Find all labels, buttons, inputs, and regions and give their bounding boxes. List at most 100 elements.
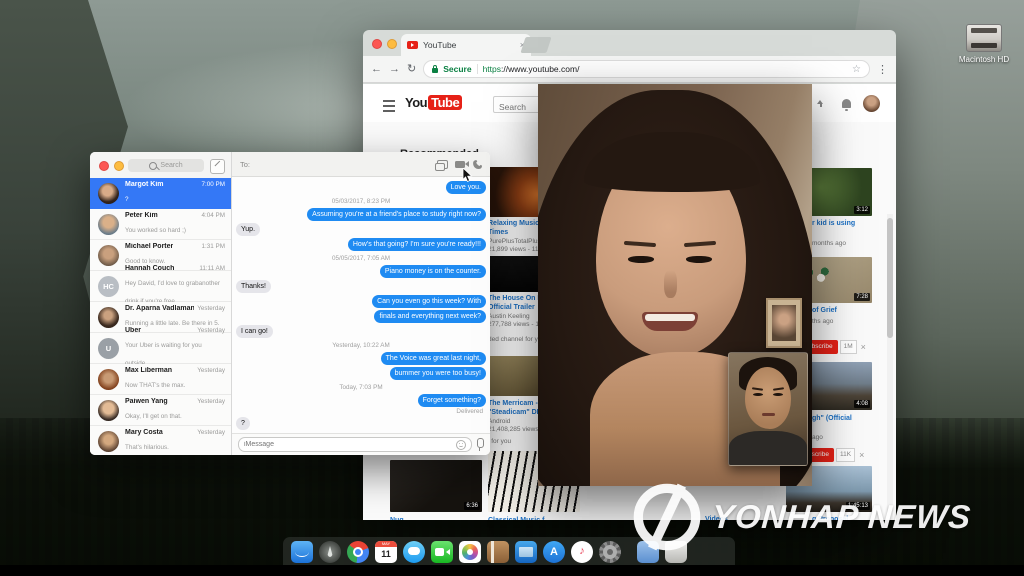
imessage-bubble-outgoing: How's that going? I'm sure you're ready!… xyxy=(347,238,486,251)
youtube-account-avatar[interactable] xyxy=(863,95,880,112)
subscribe-promo[interactable]: bscribe 11K × xyxy=(803,448,864,462)
dock-icon-finder[interactable] xyxy=(291,540,313,563)
video-title[interactable]: The Merricam - N xyxy=(488,399,545,408)
minimize-window-button[interactable] xyxy=(387,39,397,49)
close-icon[interactable]: × xyxy=(859,450,864,460)
youtube-logo[interactable]: You Tube xyxy=(405,95,463,110)
hamburger-menu-icon[interactable] xyxy=(383,100,395,112)
chat-messages: Love you. 05/03/2017, 8:23 PM Assuming y… xyxy=(236,179,486,433)
dock-icon-chrome[interactable] xyxy=(347,540,369,563)
forward-icon[interactable]: → xyxy=(389,63,400,75)
avatar-initials: U xyxy=(98,337,119,359)
conversation-sidebar: Search Margot Kim 7:00 PM? Peter Kim 4:04 … xyxy=(90,152,232,455)
close-window-button[interactable] xyxy=(99,161,109,171)
search-placeholder: Search xyxy=(160,162,183,169)
conversation-margot-kim[interactable]: Margot Kim 7:00 PM? xyxy=(90,178,231,209)
secure-lock-icon xyxy=(432,64,439,73)
close-icon[interactable]: × xyxy=(861,342,866,352)
microphone-icon[interactable] xyxy=(477,438,484,451)
dock-icon-app-store[interactable]: A xyxy=(543,540,565,563)
dock-icon-contacts[interactable] xyxy=(487,540,509,563)
imessage-input[interactable] xyxy=(238,437,472,452)
video-title[interactable]: gh" (Official xyxy=(812,414,852,423)
message-input-bar xyxy=(232,433,490,455)
timestamp: Yesterday, 10:22 AM xyxy=(332,342,390,349)
video-title-line2[interactable]: Official Trailer xyxy=(488,303,535,312)
dock-icon-itunes[interactable]: ♪ xyxy=(571,540,593,563)
avatar xyxy=(98,399,119,421)
video-channel[interactable]: Android xyxy=(488,418,510,425)
imessage-bubble-incoming: Yup. xyxy=(236,223,261,236)
facetime-pip-self-view[interactable] xyxy=(728,352,808,466)
pip-face xyxy=(745,367,791,429)
subscribe-promo[interactable]: ubscribe 1M × xyxy=(803,340,866,354)
dock-icon-photos[interactable] xyxy=(459,540,481,563)
conversation-max-liberman[interactable]: Max Liberman Yesterday Now THAT's the max. xyxy=(90,364,231,395)
imessage-bubble-outgoing: Can you even go this week? With xyxy=(372,295,486,308)
dock-icon-mail[interactable] xyxy=(515,540,537,563)
dock-icon-facetime[interactable] xyxy=(431,540,453,563)
letterbox-bar xyxy=(0,565,1024,576)
timestamp: Today, 7:03 PM xyxy=(339,384,383,391)
search-icon xyxy=(149,161,158,170)
video-title[interactable]: r kid is using xyxy=(812,219,855,228)
minimize-window-button[interactable] xyxy=(114,161,124,171)
video-title[interactable]: of Grief xyxy=(812,306,837,315)
emoji-icon[interactable] xyxy=(456,439,466,450)
tab-youtube[interactable]: YouTube × xyxy=(401,34,531,56)
imessage-bubble-outgoing: bummer you were too busy! xyxy=(389,367,486,380)
close-window-button[interactable] xyxy=(372,39,382,49)
imessage-bubble-incoming: I can go! xyxy=(236,325,273,338)
conversation-paiwen-yang[interactable]: Paiwen Yang Yesterday Okay, I'll get on th… xyxy=(90,395,231,426)
avatar xyxy=(98,182,119,204)
dock-icon-calendar[interactable]: MAY 11 xyxy=(375,540,397,563)
dock-icon-messages[interactable] xyxy=(403,540,425,563)
messages-window: Search Margot Kim 7:00 PM? Peter Kim 4:04 … xyxy=(90,152,490,455)
details-icon[interactable] xyxy=(435,159,448,171)
back-icon[interactable]: ← xyxy=(371,63,382,75)
video-title[interactable]: Classical Music f xyxy=(488,516,544,520)
browser-menu-icon[interactable]: ⋮ xyxy=(877,63,888,76)
imessage-bubble-outgoing: Assuming you're at a friend's place to s… xyxy=(307,208,486,221)
desktop-icon-macintosh-hd[interactable]: Macintosh HD xyxy=(952,24,1016,64)
timestamp: 05/03/2017, 8:23 PM xyxy=(331,198,391,205)
wall-picture-frame xyxy=(766,298,802,348)
new-tab-button[interactable] xyxy=(520,37,552,53)
address-bar[interactable]: Secure https://www.youtube.com/ ☆ xyxy=(423,60,870,78)
imessage-bubble-outgoing: finals and everything next week? xyxy=(374,310,486,323)
scrollbar-thumb[interactable] xyxy=(887,218,893,338)
conversation-hannah-couch[interactable]: HC Hannah Couch 11:11 AM Hey David, I'd lo… xyxy=(90,265,231,305)
facetime-video-icon[interactable] xyxy=(455,160,469,168)
subscriber-count: 11K xyxy=(835,448,856,462)
video-duration: 4:08 xyxy=(854,400,870,408)
facetime-audio-icon[interactable] xyxy=(472,159,482,169)
avatar xyxy=(98,244,119,266)
video-title[interactable]: Nug xyxy=(390,516,404,520)
upload-icon[interactable] xyxy=(815,100,826,110)
video-duration: 7:28 xyxy=(854,293,870,301)
messages-search-field[interactable]: Search xyxy=(128,159,204,172)
notifications-bell-icon[interactable] xyxy=(842,99,851,111)
reload-icon[interactable]: ↻ xyxy=(407,63,416,75)
bookmark-star-icon[interactable]: ☆ xyxy=(852,64,861,75)
conversation-peter-kim[interactable]: Peter Kim 4:04 PM You worked so hard ;) xyxy=(90,209,231,240)
video-thumbnail-nug[interactable]: 6:36 xyxy=(390,460,482,512)
conversation-uber[interactable]: U Uber Yesterday Your Uber is waiting for … xyxy=(90,327,231,367)
compose-button[interactable] xyxy=(210,159,225,174)
youtube-favicon xyxy=(407,41,418,49)
dock-icon-system-preferences[interactable] xyxy=(599,540,621,563)
imessage-bubble-incoming: Thanks! xyxy=(236,280,271,293)
video-title[interactable]: The House On Pi xyxy=(488,294,544,303)
secure-label: Secure xyxy=(443,64,478,74)
video-title-line2[interactable]: Times xyxy=(488,228,508,237)
dock-icon-launchpad[interactable] xyxy=(319,540,341,563)
avatar-initials: HC xyxy=(98,275,119,297)
video-duration: 6:36 xyxy=(464,502,480,510)
video-channel[interactable]: Austin Keeling xyxy=(488,313,530,320)
conversation-mary-costa[interactable]: Mary Costa Yesterday That's hilarious. xyxy=(90,426,231,455)
imessage-bubble-outgoing: Piano money is on the counter. xyxy=(379,265,486,278)
imessage-text-input[interactable] xyxy=(244,441,456,448)
tab-strip: YouTube × xyxy=(363,30,896,56)
conversation-list: Margot Kim 7:00 PM? Peter Kim 4:04 PM You w… xyxy=(90,178,231,455)
video-title-line2[interactable]: "Steadicam" DIY xyxy=(488,408,543,417)
